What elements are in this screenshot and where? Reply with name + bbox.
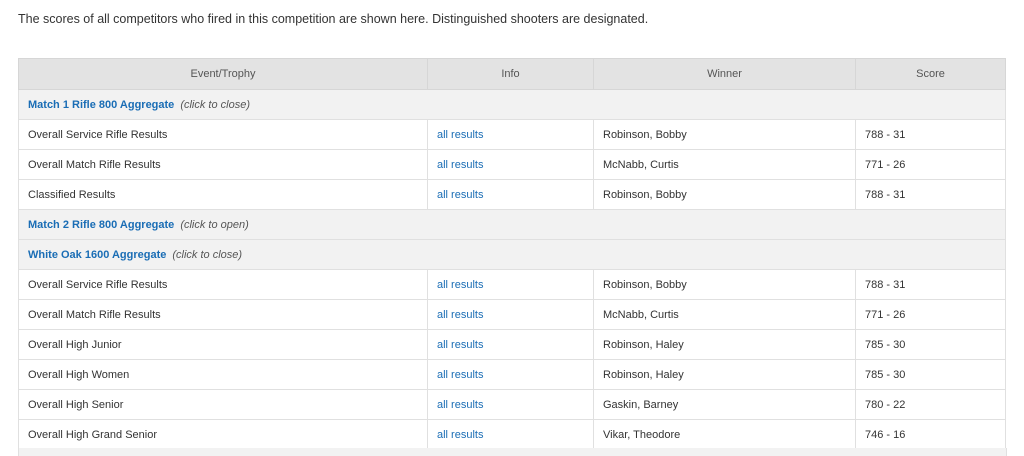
all-results-link[interactable]: all results — [437, 279, 483, 291]
score-cell: 746 - 16 — [855, 419, 1006, 450]
event-cell: Overall High Senior — [18, 389, 428, 420]
winner-cell: Robinson, Bobby — [593, 269, 856, 300]
all-results-link[interactable]: all results — [437, 189, 483, 201]
score-cell: 785 - 30 — [855, 329, 1006, 360]
event-cell: Overall Match Rifle Results — [18, 149, 428, 180]
group-hint: (click to open) — [180, 218, 249, 231]
table-row: Overall High Senior all results Gaskin, … — [18, 389, 1006, 420]
group-hint: (click to close) — [180, 98, 250, 111]
group-toggle-link[interactable]: Match 2 Rifle 800 Aggregate — [28, 219, 174, 231]
intro-text: The scores of all competitors who fired … — [18, 12, 649, 26]
event-cell: Overall Match Rifle Results — [18, 299, 428, 330]
event-cell: Overall Service Rifle Results — [18, 269, 428, 300]
score-cell: 771 - 26 — [855, 149, 1006, 180]
score-cell: 788 - 31 — [855, 179, 1006, 210]
info-cell: all results — [427, 329, 594, 360]
winner-cell: Gaskin, Barney — [593, 389, 856, 420]
group-cell[interactable]: Match 2 Rifle 800 Aggregate (click to ope… — [18, 209, 1006, 240]
all-results-link[interactable]: all results — [437, 399, 483, 411]
winner-cell: Vikar, Theodore — [593, 419, 856, 450]
table-row: Overall Service Rifle Results all result… — [18, 119, 1006, 150]
table-row: Overall Match Rifle Results all results … — [18, 149, 1006, 180]
table-row: Overall High Junior all results Robinson… — [18, 329, 1006, 360]
score-cell: 780 - 22 — [855, 389, 1006, 420]
event-cell: Overall Service Rifle Results — [18, 119, 428, 150]
all-results-link[interactable]: all results — [437, 369, 483, 381]
event-cell: Classified Results — [18, 179, 428, 210]
table-header-row: Event/Trophy Info Winner Score — [18, 58, 1006, 90]
score-cell: 771 - 26 — [855, 299, 1006, 330]
results-table: Event/Trophy Info Winner Score Match 1 R… — [18, 58, 1006, 450]
table-row: Classified Results all results Robinson,… — [18, 179, 1006, 210]
group-cell[interactable]: White Oak 1600 Aggregate (click to close) — [18, 239, 1006, 270]
info-cell: all results — [427, 359, 594, 390]
header-info: Info — [427, 58, 594, 90]
winner-cell: Robinson, Bobby — [593, 119, 856, 150]
info-cell: all results — [427, 389, 594, 420]
header-event-trophy: Event/Trophy — [18, 58, 428, 90]
all-results-link[interactable]: all results — [437, 339, 483, 351]
winner-cell: McNabb, Curtis — [593, 299, 856, 330]
score-cell: 785 - 30 — [855, 359, 1006, 390]
winner-cell: Robinson, Haley — [593, 359, 856, 390]
winner-cell: Robinson, Haley — [593, 329, 856, 360]
event-cell: Overall High Women — [18, 359, 428, 390]
group-toggle-link[interactable]: White Oak 1600 Aggregate — [28, 249, 166, 261]
group-cell[interactable]: Match 1 Rifle 800 Aggregate (click to clo… — [18, 89, 1006, 120]
all-results-link[interactable]: all results — [437, 309, 483, 321]
table-row: Overall Service Rifle Results all result… — [18, 269, 1006, 300]
group-row[interactable]: Match 1 Rifle 800 Aggregate (click to clo… — [18, 89, 1006, 120]
table-row: Overall Match Rifle Results all results … — [18, 299, 1006, 330]
score-cell: 788 - 31 — [855, 119, 1006, 150]
event-cell: Overall High Junior — [18, 329, 428, 360]
table-row: Overall High Women all results Robinson,… — [18, 359, 1006, 390]
info-cell: all results — [427, 299, 594, 330]
info-cell: all results — [427, 119, 594, 150]
group-row[interactable]: Match 2 Rifle 800 Aggregate (click to ope… — [18, 209, 1006, 240]
score-cell: 788 - 31 — [855, 269, 1006, 300]
info-cell: all results — [427, 149, 594, 180]
group-row[interactable]: White Oak 1600 Aggregate (click to close) — [18, 239, 1006, 270]
info-cell: all results — [427, 419, 594, 450]
all-results-link[interactable]: all results — [437, 159, 483, 171]
all-results-link[interactable]: all results — [437, 129, 483, 141]
header-winner: Winner — [593, 58, 856, 90]
info-cell: all results — [427, 179, 594, 210]
winner-cell: McNabb, Curtis — [593, 149, 856, 180]
winner-cell: Robinson, Bobby — [593, 179, 856, 210]
all-results-link[interactable]: all results — [437, 429, 483, 441]
header-score: Score — [855, 58, 1006, 90]
next-group-row-partial — [18, 448, 1007, 456]
table-row: Overall High Grand Senior all results Vi… — [18, 419, 1006, 450]
group-toggle-link[interactable]: Match 1 Rifle 800 Aggregate — [28, 99, 174, 111]
info-cell: all results — [427, 269, 594, 300]
event-cell: Overall High Grand Senior — [18, 419, 428, 450]
group-hint: (click to close) — [172, 248, 243, 261]
